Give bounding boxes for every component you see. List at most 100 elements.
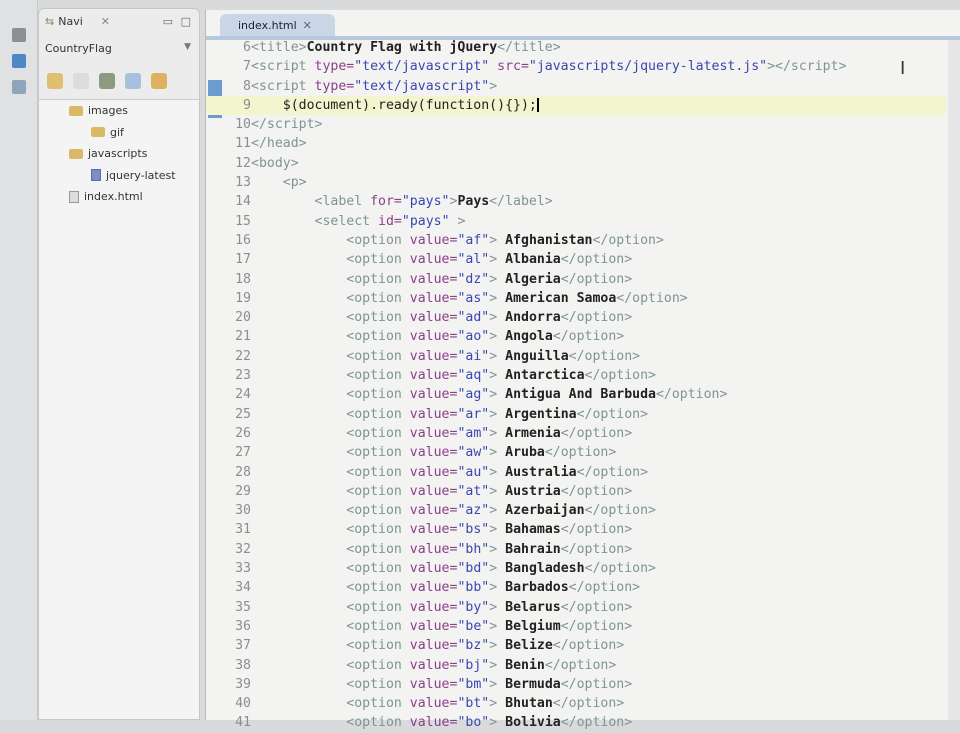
code-token: > [457, 213, 466, 229]
code-token: > [489, 368, 506, 384]
code-token: value= [409, 696, 458, 712]
option-value: "af" [457, 232, 490, 248]
option-code: bb [465, 580, 482, 596]
tree-item[interactable]: jquery-latest [91, 169, 176, 182]
code-line[interactable]: 18 <option value="dz"> Algeria</option> [206, 270, 946, 289]
close-icon[interactable]: ✕ [303, 19, 312, 32]
option-code: bd [465, 561, 482, 577]
code-line[interactable]: 11</head> [206, 134, 946, 153]
code-token: value= [409, 522, 458, 538]
code-line[interactable]: 13 <p> [206, 173, 946, 192]
option-value: "ad" [457, 310, 490, 326]
code-line[interactable]: 17 <option value="al"> Albania</option> [206, 250, 946, 269]
option-label: American Samoa [505, 290, 617, 306]
up-folder-icon[interactable] [99, 73, 115, 89]
code-line[interactable]: 20 <option value="ad"> Andorra</option> [206, 308, 946, 327]
code-line[interactable]: 37 <option value="bz"> Belize</option> [206, 636, 946, 655]
tree-item[interactable]: gif [91, 126, 124, 139]
code-token: value= [409, 483, 458, 499]
scrollbar[interactable] [948, 40, 960, 720]
option-label: Bangladesh [505, 561, 585, 577]
tree-item[interactable]: index.html [69, 190, 143, 203]
navigator-view-icon[interactable] [12, 54, 26, 68]
code-line[interactable]: 9 $(document).ready(function(){}); [206, 95, 946, 116]
pin-icon[interactable] [12, 28, 26, 42]
editor-tab-label: index.html [238, 18, 297, 32]
option-value: "al" [457, 252, 490, 268]
code-token: > [489, 638, 506, 654]
code-line[interactable]: 38 <option value="bj"> Benin</option> [206, 656, 946, 675]
code-line[interactable]: 34 <option value="bb"> Barbados</option> [206, 578, 946, 597]
code-line[interactable]: 23 <option value="aq"> Antarctica</optio… [206, 366, 946, 385]
option-code: ag [465, 387, 482, 403]
line-number: 34 [235, 580, 251, 596]
code-line[interactable]: 30 <option value="az"> Azerbaijan</optio… [206, 501, 946, 520]
code-line[interactable]: 12<body> [206, 154, 946, 173]
link-editor-icon[interactable] [151, 73, 167, 89]
code-token: > [489, 329, 506, 345]
chevron-down-icon[interactable]: ▼ [184, 42, 191, 52]
code-token: </option> [584, 503, 656, 519]
back-icon[interactable] [47, 73, 63, 89]
option-value: "bd" [457, 561, 490, 577]
code-line[interactable]: 31 <option value="bs"> Bahamas</option> [206, 520, 946, 539]
code-line[interactable]: 36 <option value="be"> Belgium</option> [206, 617, 946, 636]
code-editor[interactable]: index.html ✕ 6<title>Country Flag with jQ… [205, 10, 960, 730]
collapse-all-icon[interactable] [125, 73, 141, 89]
tree-item[interactable]: images [69, 104, 128, 117]
code-token: > [489, 406, 506, 422]
line-number: 20 [235, 310, 251, 326]
option-label: Bahrain [505, 541, 561, 557]
code-token: Pays [457, 194, 490, 210]
option-label: Afghanistan [505, 232, 593, 248]
code-line[interactable]: 14 <label for="pays">Pays</label> [206, 192, 946, 211]
option-code: be [465, 618, 482, 634]
option-value: "bs" [457, 522, 490, 538]
code-line[interactable]: 21 <option value="ao"> Angola</option> [206, 327, 946, 346]
code-line[interactable]: 27 <option value="aw"> Aruba</option> [206, 443, 946, 462]
code-line[interactable]: 8<script type="text/javascript"> [206, 77, 946, 96]
code-line[interactable]: 16 <option value="af"> Afghanistan</opti… [206, 231, 946, 250]
code-area[interactable]: 6<title>Country Flag with jQuery</title>… [206, 38, 946, 733]
code-line[interactable]: 28 <option value="au"> Australia</option… [206, 463, 946, 482]
option-value: "by" [457, 599, 490, 615]
line-number: 6 [243, 40, 251, 55]
code-line[interactable]: 24 <option value="ag"> Antigua And Barbu… [206, 385, 946, 404]
project-name[interactable]: CountryFlag [45, 42, 112, 55]
code-line[interactable]: 29 <option value="at"> Austria</option> [206, 482, 946, 501]
editor-tab[interactable]: index.html ✕ [220, 14, 335, 36]
code-token: > [489, 387, 506, 403]
code-line[interactable]: 22 <option value="ai"> Anguilla</option> [206, 347, 946, 366]
code-line[interactable]: 19 <option value="as"> American Samoa</o… [206, 289, 946, 308]
code-line[interactable]: 26 <option value="am"> Armenia</option> [206, 424, 946, 443]
code-line[interactable]: 15 <select id="pays" > [206, 212, 946, 231]
code-line[interactable]: 10</script> [206, 115, 946, 134]
code-line[interactable]: 32 <option value="bh"> Bahrain</option> [206, 540, 946, 559]
code-line[interactable]: 33 <option value="bd"> Bangladesh</optio… [206, 559, 946, 578]
tree-item[interactable]: javascripts [69, 147, 147, 160]
code-line[interactable]: 39 <option value="bm"> Bermuda</option> [206, 675, 946, 694]
option-value: "bj" [457, 657, 490, 673]
forward-icon[interactable] [73, 73, 89, 89]
text-cursor-icon: I [900, 58, 906, 79]
minimize-button[interactable]: ▭ [163, 15, 173, 28]
code-token: > [489, 445, 506, 461]
code-line[interactable]: 6<title>Country Flag with jQuery</title> [206, 38, 946, 57]
option-label: Austria [505, 483, 561, 499]
maximize-button[interactable]: □ [181, 15, 191, 28]
line-number: 10 [235, 117, 251, 133]
close-icon[interactable]: ✕ [101, 15, 110, 28]
outline-view-icon[interactable] [12, 80, 26, 94]
line-number: 16 [235, 232, 251, 248]
option-label: Australia [505, 464, 577, 480]
code-line[interactable]: 7<script type="text/javascript" src="jav… [206, 57, 946, 76]
code-line[interactable]: 41 <option value="bo"> Bolivia</option> [206, 713, 946, 732]
code-token: <option [251, 503, 410, 519]
code-line[interactable]: 40 <option value="bt"> Bhutan</option> [206, 694, 946, 713]
code-line[interactable]: 35 <option value="by"> Belarus</option> [206, 598, 946, 617]
code-token: </option> [560, 522, 633, 538]
navigator-tab[interactable]: ⇆ Navi ✕ [45, 15, 110, 28]
code-token: </title> [497, 40, 561, 55]
code-token: <option [251, 425, 410, 441]
code-line[interactable]: 25 <option value="ar"> Argentina</option… [206, 405, 946, 424]
